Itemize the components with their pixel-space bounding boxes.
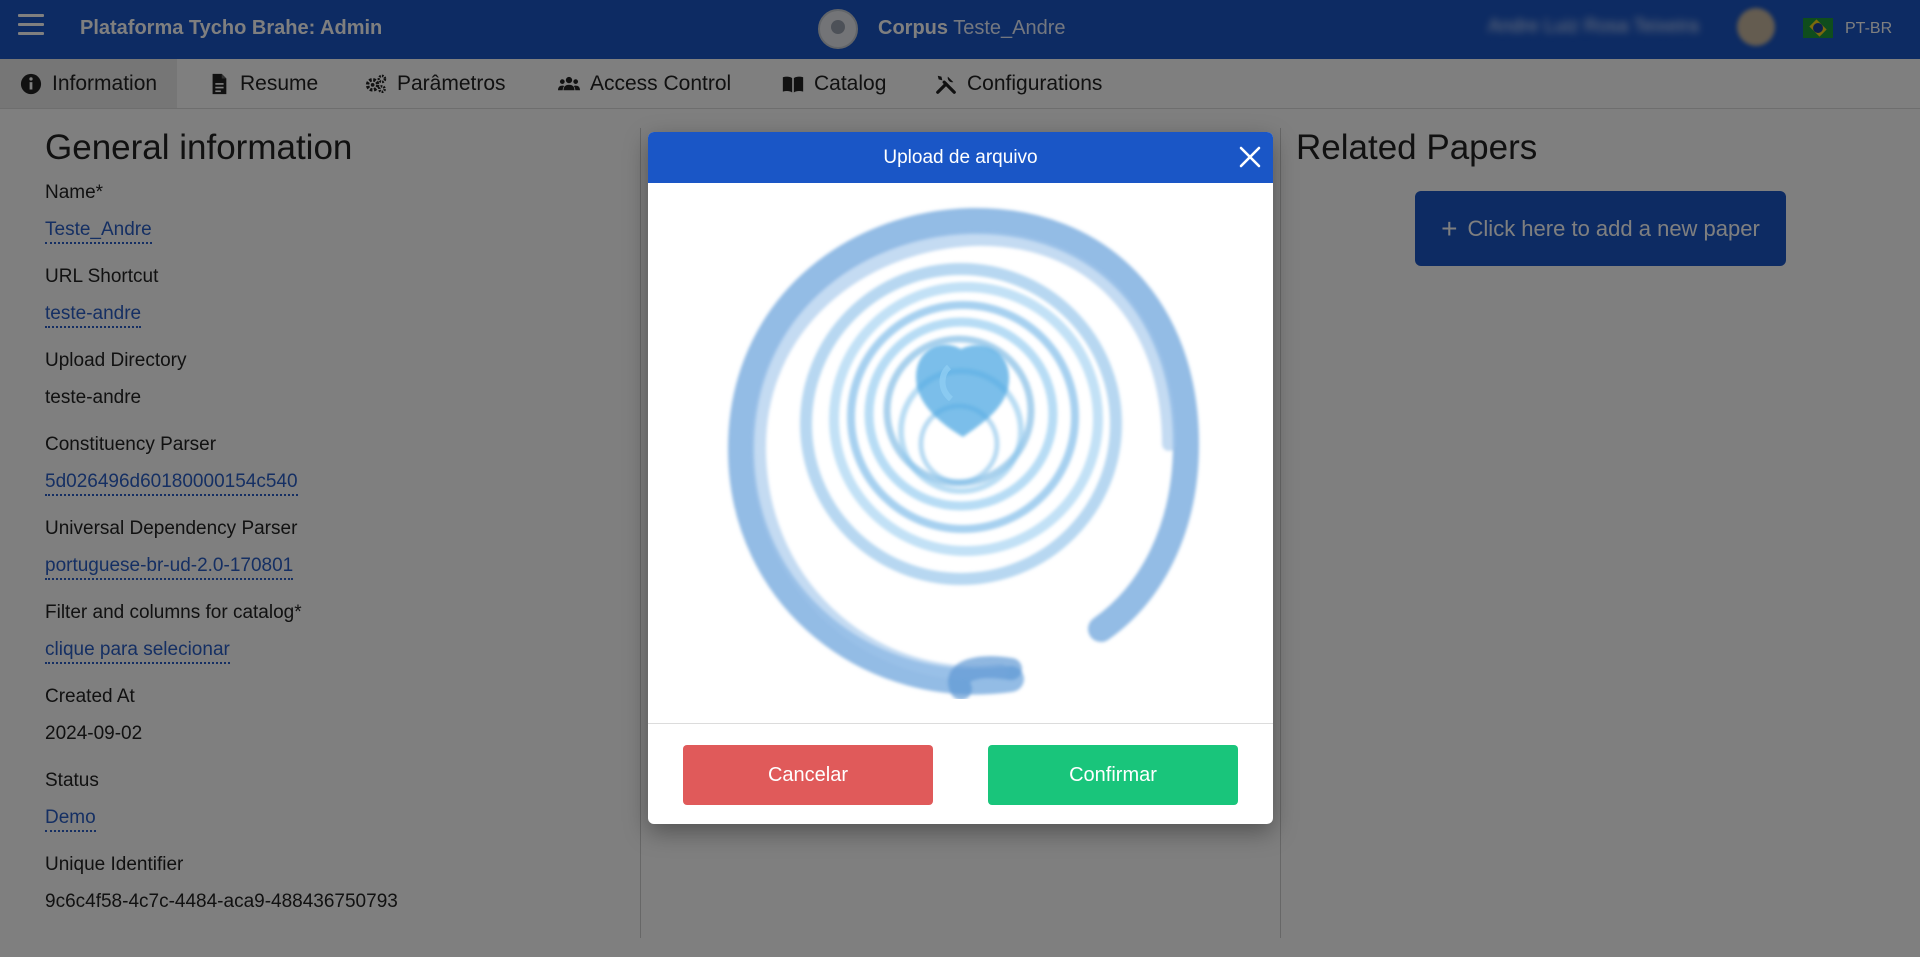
modal-body [648,183,1273,723]
modal-title: Upload de arquivo [883,147,1038,168]
modal-header: Upload de arquivo [648,132,1273,183]
cancel-button[interactable]: Cancelar [683,745,933,805]
modal-footer: Cancelar Confirmar [648,723,1273,824]
upload-modal: Upload de arquivo Cancelar Confirmar [648,132,1273,824]
uploaded-image-preview [727,207,1200,699]
confirm-button[interactable]: Confirmar [988,745,1238,805]
close-icon[interactable] [1238,145,1262,169]
